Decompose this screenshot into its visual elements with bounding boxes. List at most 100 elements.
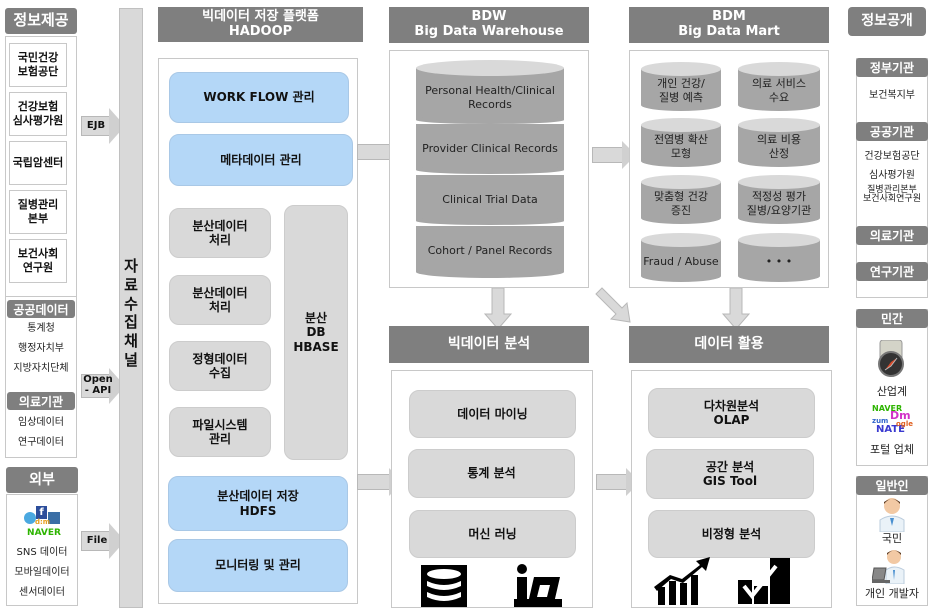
box-line: 파일시스템 — [192, 417, 248, 432]
analysis-item-label: 데이터 마이닝 — [457, 406, 528, 421]
bdw-subtitle: Big Data Warehouse — [414, 24, 564, 39]
box-line: GIS Tool — [702, 474, 758, 488]
general-public-item: 개인 개발자 — [864, 587, 920, 600]
citizen-icon — [879, 498, 905, 532]
bdw-layer-label: Provider Clinical Records — [416, 126, 564, 172]
box-line: 관리 — [208, 432, 232, 446]
bdm-mart: 의료 서비스 수요 — [738, 62, 820, 112]
bdw-layer: Cohort / Panel Records — [416, 226, 564, 280]
structured-collection-box: 정형데이터 수집 — [169, 341, 271, 391]
label-line: 개인 건강/ — [657, 77, 705, 91]
metadata-label: 메타데이터 관리 — [220, 152, 302, 167]
label-line: 증진 — [670, 204, 692, 217]
bdw-layer: Provider Clinical Records — [416, 124, 564, 178]
public-data-item: 행정자치부 — [18, 343, 64, 354]
data-mining-box: 데이터 마이닝 — [409, 390, 576, 438]
filesystem-box: 파일시스템 관리 — [169, 407, 271, 457]
external-data-item: 모바일데이터 — [14, 567, 70, 578]
bdm-mart: Fraud / Abuse — [641, 233, 721, 283]
private-item: 산업계 — [876, 385, 908, 398]
portal-logos-icon: NAVER Dm zum NATE ogle — [872, 404, 914, 438]
external-data-item: SNS 데이터 — [16, 547, 68, 558]
box-line: 다차원분석 — [703, 398, 760, 413]
gis-box: 공간 분석 GIS Tool — [646, 449, 814, 499]
open-api-line: - API — [84, 385, 112, 396]
external-data-item: 센서데이터 — [19, 587, 65, 598]
box-line: 처리 — [208, 300, 232, 314]
bdm-mart-label: 맞춤형 건강 증진 — [641, 187, 721, 221]
bdm-mart: 적정성 평가 질병/요양기관 — [738, 175, 820, 225]
monitoring-label: 모니터링 및 관리 — [215, 558, 301, 573]
government-item: 보건복지부 — [869, 90, 915, 101]
label-line: 맞춤형 건강 — [653, 190, 709, 204]
public-institution-item: 건강보험공단 — [864, 151, 920, 162]
general-public-header: 일반인 — [856, 476, 928, 495]
olap-box: 다차원분석 OLAP — [648, 388, 815, 438]
box-line: 분산데이터 저장 — [217, 489, 299, 504]
statistics-box: 통계 분석 — [408, 449, 575, 498]
medical-data-item: 임상데이터 — [18, 417, 64, 428]
developer-icon — [872, 550, 905, 584]
box-line: 수집 — [208, 366, 232, 380]
research-institution-header: 연구기관 — [856, 262, 928, 281]
label-line: • • • — [765, 255, 793, 269]
box-line: 비정형 분석 — [701, 526, 762, 541]
institution-line: 보건사회 — [17, 246, 59, 260]
private-item: 포털 업체 — [870, 443, 914, 456]
bdw-to-utilization-arrow — [595, 287, 631, 323]
label-line: 질병 예측 — [659, 91, 703, 104]
bdm-mart: 개인 건강/질병 예측 — [641, 62, 721, 112]
box-line: 정형데이터 — [192, 351, 248, 366]
general-public-item: 국민 — [881, 532, 903, 545]
institution-line: 국립암센터 — [12, 155, 64, 169]
institution-line: 건강보험 — [17, 99, 59, 113]
workflow-label: WORK FLOW 관리 — [203, 90, 315, 105]
distributed-processing-box-1: 분산데이터 처리 — [169, 208, 271, 258]
label-line: Fraud / Abuse — [643, 255, 719, 269]
label-line: 산정 — [768, 147, 790, 160]
label-line: 적정성 평가 — [751, 190, 807, 204]
hdfs-box: 분산데이터 저장 HDFS — [168, 476, 348, 531]
label-line: Cohort / Panel Records — [427, 244, 553, 258]
social-logos-icon: f d:m — [24, 506, 64, 528]
hadoop-title: 빅데이터 저장 플랫폼 — [202, 8, 319, 24]
database-icon — [421, 565, 467, 607]
open-api-line: Open — [83, 374, 113, 385]
channel-char: 채 — [124, 332, 138, 350]
label-line: 전염병 확산 — [653, 133, 709, 147]
bdm-mart: • • • — [738, 233, 820, 283]
disclosure-header: 정보공개 — [848, 7, 926, 36]
open-api-label: Open - API — [82, 374, 114, 396]
institution-nhis: 국민건강 보험공단 — [9, 43, 67, 87]
bdm-mart-label: 의료 비용 산정 — [738, 130, 820, 164]
bdw-layer-label: Cohort / Panel Records — [416, 228, 564, 274]
bdm-title: BDM — [712, 9, 746, 25]
medical-data-item: 연구데이터 — [18, 437, 64, 448]
ejb-label: EJB — [86, 120, 106, 131]
institution-ncc: 국립암센터 — [9, 141, 67, 185]
daum-icon: d:m — [35, 518, 51, 526]
institution-line: 질병관리 — [17, 197, 59, 211]
bdm-header: BDM Big Data Mart — [629, 7, 829, 43]
workflow-box: WORK FLOW 관리 — [169, 72, 349, 123]
box-line: HBASE — [293, 339, 339, 354]
label-line: 질병/요양기관 — [746, 204, 812, 217]
check-chart-icon — [738, 558, 790, 604]
box-line: OLAP — [713, 413, 750, 427]
institution-kihasa: 보건사회 연구원 — [9, 239, 67, 283]
government-header: 정부기관 — [856, 58, 928, 77]
bdm-mart: 전염병 확산 모형 — [641, 118, 721, 168]
box-line: HDFS — [239, 503, 277, 518]
public-institution-header: 공공기관 — [856, 122, 928, 141]
external-header: 외부 — [6, 467, 78, 493]
analysis-header: 빅데이터 분석 — [389, 326, 589, 363]
bdw-layer: Personal Health/Clinical Records — [416, 60, 564, 128]
collection-channel-label: 자 료 수 집 채 널 — [120, 257, 142, 370]
label-line: Provider Clinical Records — [422, 142, 558, 156]
bdw-layer-label: Clinical Trial Data — [416, 177, 564, 223]
google-logo: ogle — [896, 420, 913, 428]
label-line: 모형 — [670, 147, 692, 160]
analysis-item-label: 머신 러닝 — [468, 526, 517, 541]
bdm-mart-label: 개인 건강/질병 예측 — [641, 74, 721, 108]
bdm-to-utilization-arrow — [722, 288, 750, 330]
